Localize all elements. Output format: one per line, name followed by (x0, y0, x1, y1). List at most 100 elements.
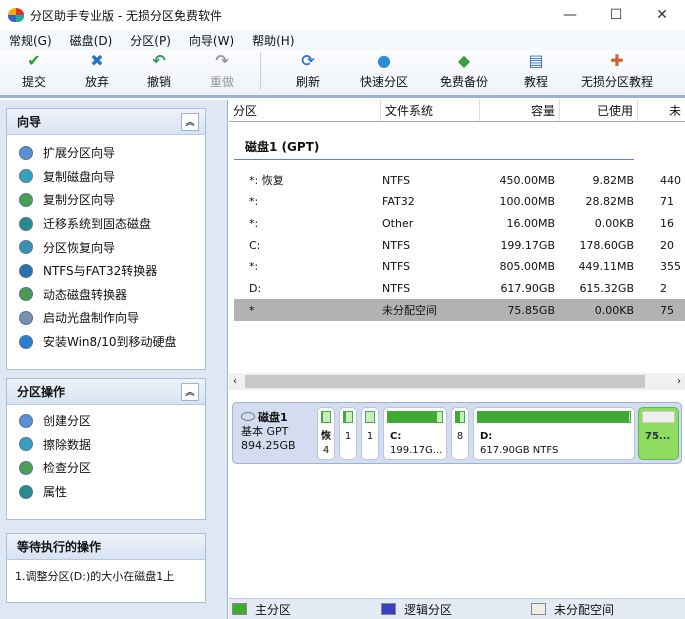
scroll-right-icon[interactable]: › (677, 376, 681, 387)
partition_ops-item-icon (19, 460, 33, 475)
cell: 0.00KB (594, 303, 634, 317)
partition-ops-title: 分区操作 (17, 385, 66, 399)
toolbar-button-1[interactable]: ✖ 放弃 (68, 49, 126, 95)
wizard-item[interactable]: 动态磁盘转换器 (7, 283, 205, 307)
cell: 199.17GB (500, 238, 555, 252)
toolbar-button-8[interactable]: ✚ 无损分区教程 (565, 49, 669, 95)
table-row[interactable]: D: NTFS 617.90GB 615.32GB 2 (234, 278, 685, 300)
cell: 28.82MB (585, 195, 634, 209)
wizard-item-label: 扩展分区向导 (43, 146, 116, 161)
partition_ops-item[interactable]: 检查分区 (7, 456, 205, 480)
toolbar-button-0[interactable]: ✔ 提交 (0, 49, 68, 95)
wizard-item[interactable]: 安装Win8/10到移动硬盘 (7, 330, 205, 354)
cell: 20 (660, 238, 674, 252)
partition_ops-item-label: 检查分区 (43, 461, 92, 476)
wizard-panel-title: 向导 (17, 115, 42, 129)
col-used[interactable]: 已使用 (560, 100, 638, 121)
usage-bar (642, 411, 675, 423)
toolbar-label: 重做 (209, 75, 234, 89)
wizard-item-label: 复制分区向导 (43, 193, 116, 208)
menu-wizard[interactable]: 向导(W) (180, 32, 243, 49)
partition-block[interactable]: D: 617.90GB NTFS (473, 407, 635, 460)
table-row[interactable]: C: NTFS 199.17GB 178.60GB 20 (234, 234, 685, 256)
disk-map[interactable]: 磁盘1 基本 GPT 894.25GB 恢 4 1 1 C: 199.17G... 8 D: 6… (232, 402, 682, 464)
cell: D: (249, 282, 262, 295)
wizard-item[interactable]: 扩展分区向导 (7, 141, 205, 165)
partition_ops-item-icon (19, 484, 33, 499)
menu-partition[interactable]: 分区(P) (121, 32, 180, 49)
scroll-left-icon[interactable]: ‹ (233, 376, 237, 387)
toolbar-button-7[interactable]: ▤ 教程 (507, 49, 565, 95)
col-partition[interactable]: 分区 (229, 100, 381, 121)
menu-general[interactable]: 常规(G) (0, 32, 61, 49)
wizard-item[interactable]: 启动光盘制作向导 (7, 306, 205, 330)
cell: 71 (660, 195, 674, 209)
col-capacity[interactable]: 容量 (480, 100, 560, 121)
toolbar-button-3[interactable]: ↷ 重做 (192, 49, 252, 95)
wizard-item[interactable]: 复制磁盘向导 (7, 165, 205, 189)
main-pane: 分区 文件系统 容量 已使用 未 磁盘1 (GPT) *: 恢复 NTFS 450.… (229, 100, 685, 619)
partition_ops-item-label: 属性 (43, 485, 68, 500)
toolbar-button-4[interactable]: ⟳ 刷新 (269, 49, 347, 95)
partition-block[interactable]: 1 (361, 407, 379, 460)
partition-letter: D: (480, 431, 493, 442)
table-row[interactable]: *: NTFS 805.00MB 449.11MB 355 (234, 256, 685, 278)
collapse-chevron-icon[interactable]: ︽ (181, 112, 199, 131)
toolbar-label: 撤销 (146, 75, 171, 89)
partition_ops-item-label: 创建分区 (43, 414, 92, 429)
horizontal-scrollbar[interactable]: ‹ › (229, 373, 685, 390)
disk-header: 磁盘1 (GPT) (234, 138, 634, 160)
toolbar-label: 教程 (523, 75, 548, 89)
partition_ops-item-icon (19, 437, 33, 452)
menu-help[interactable]: 帮助(H) (243, 32, 303, 49)
toolbar-label: 提交 (21, 75, 46, 89)
table-row[interactable]: *: FAT32 100.00MB 28.82MB 71 (234, 191, 685, 213)
wizard-item[interactable]: 迁移系统到固态磁盘 (7, 212, 205, 236)
toolbar-button-2[interactable]: ↶ 撤销 (126, 49, 192, 95)
partition-block[interactable]: 1 (339, 407, 357, 460)
cell: FAT32 (382, 195, 415, 209)
minimize-button[interactable]: — (547, 0, 593, 30)
cell: *: 恢复 (249, 174, 284, 187)
toolbar-button-5[interactable]: ● 快速分区 (347, 49, 421, 95)
table-row[interactable]: * 未分配空间 75.85GB 0.00KB 75 (234, 299, 685, 322)
wizard-item[interactable]: 复制分区向导 (7, 188, 205, 212)
col-filesystem[interactable]: 文件系统 (381, 100, 480, 121)
wizard-item[interactable]: 分区恢复向导 (7, 235, 205, 259)
partition-block[interactable]: C: 199.17G... (383, 407, 447, 460)
collapse-chevron-icon[interactable]: ︽ (181, 382, 199, 401)
legend-bar: 主分区 逻辑分区 未分配空间 (229, 598, 685, 619)
menu-disk[interactable]: 磁盘(D) (61, 32, 122, 49)
undo-icon: ↶ (152, 51, 166, 70)
table-row[interactable]: *: 恢复 NTFS 450.00MB 9.82MB 440 (234, 169, 685, 191)
close-button[interactable]: ✕ (639, 0, 685, 30)
col-unused[interactable]: 未 (638, 100, 685, 121)
cell: 16 (660, 216, 674, 230)
cell: Other (382, 216, 414, 230)
usage-bar (343, 411, 353, 423)
wizard-item-label: 迁移系统到固态磁盘 (43, 217, 152, 232)
table-row[interactable]: *: Other 16.00MB 0.00KB 16 (234, 212, 685, 234)
toolbar-label: 放弃 (84, 75, 109, 89)
cell: 75 (660, 303, 674, 317)
partition-block[interactable]: 恢4 (317, 407, 335, 460)
cell: 615.32GB (579, 282, 634, 295)
partition_ops-item[interactable]: 创建分区 (7, 409, 205, 433)
partition_ops-item[interactable]: 擦除数据 (7, 433, 205, 457)
partition_ops-item[interactable]: 属性 (7, 480, 205, 504)
toolbar-label: 无损分区教程 (580, 75, 653, 89)
toolbar-button-6[interactable]: ◆ 免费备份 (421, 49, 507, 95)
partition-block[interactable]: 75... (638, 407, 679, 460)
scrollbar-thumb[interactable] (245, 375, 645, 388)
disk-name: 磁盘1 (258, 411, 288, 424)
pending-op-item[interactable]: 1.调整分区(D:)的大小在磁盘1上 (7, 560, 205, 592)
app-logo-icon (8, 8, 24, 22)
maximize-button[interactable]: ☐ (593, 0, 639, 30)
pending-ops-panel: 等待执行的操作 1.调整分区(D:)的大小在磁盘1上 (6, 533, 206, 603)
partition-block[interactable]: 8 (451, 407, 469, 460)
wizard-item-label: 安装Win8/10到移动硬盘 (43, 335, 177, 350)
table-header: 分区 文件系统 容量 已使用 未 (229, 100, 685, 122)
unallocated-swatch (531, 603, 546, 615)
partition-size: 8 (456, 431, 464, 442)
wizard-item[interactable]: NTFS与FAT32转换器 (7, 259, 205, 283)
